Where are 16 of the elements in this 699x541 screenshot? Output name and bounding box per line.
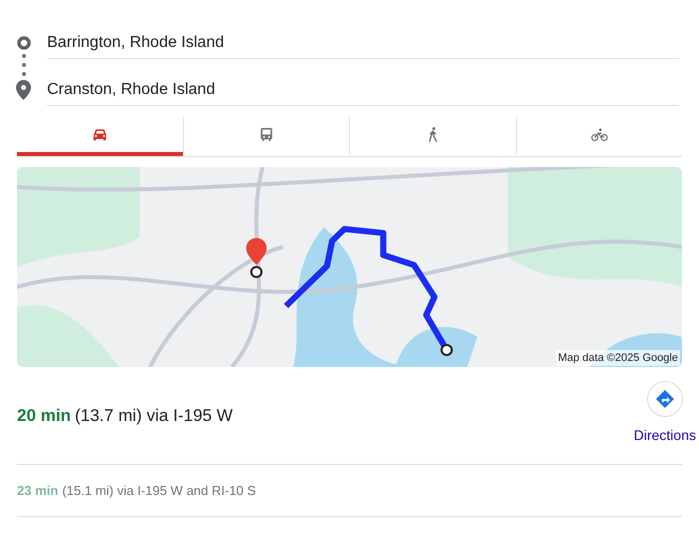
destination-field[interactable]: Cranston, Rhode Island bbox=[47, 75, 679, 106]
route-details: (13.7 mi) via I-195 W bbox=[74, 404, 233, 427]
location-pin-icon bbox=[16, 80, 31, 100]
dots-icon bbox=[22, 54, 26, 76]
route-details: (15.1 mi) via I-195 W and RI-10 S bbox=[62, 482, 256, 500]
route-time: 23 min bbox=[17, 482, 58, 500]
directions-icon bbox=[646, 381, 683, 417]
bicycle-icon bbox=[590, 128, 608, 142]
car-icon bbox=[92, 128, 108, 142]
route-time: 20 min bbox=[17, 404, 71, 427]
origin-circle-icon bbox=[17, 36, 31, 50]
map-attribution: Map data ©2025 Google bbox=[556, 350, 680, 366]
bus-icon bbox=[260, 127, 273, 142]
directions-button[interactable]: Directions bbox=[634, 381, 696, 450]
origin-field[interactable]: Barrington, Rhode Island bbox=[47, 28, 679, 59]
walking-person-icon bbox=[428, 127, 438, 142]
